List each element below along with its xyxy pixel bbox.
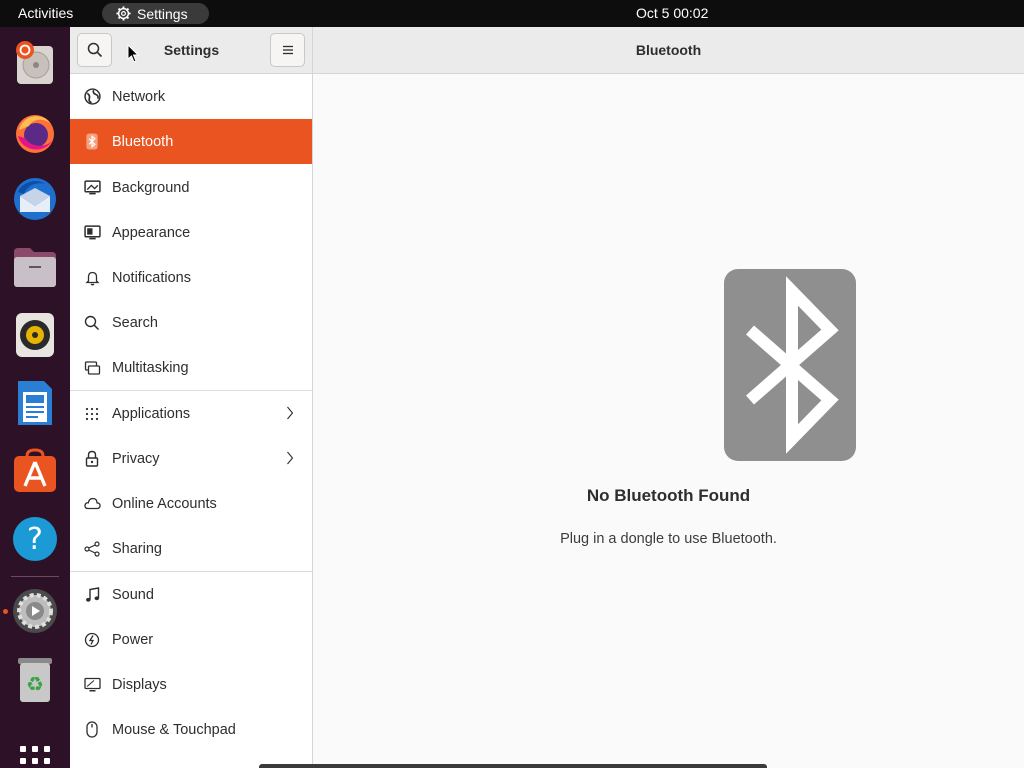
- sidebar-item-applications[interactable]: Applications: [70, 391, 312, 436]
- svg-text:♻: ♻: [26, 672, 44, 696]
- sidebar-item-label: Bluetooth: [112, 133, 174, 150]
- main-header: Bluetooth: [313, 27, 1024, 74]
- thunderbird-icon[interactable]: [12, 176, 58, 222]
- search-button[interactable]: [77, 33, 112, 67]
- sidebar-item-label: Background: [112, 179, 190, 196]
- show-apps-icon[interactable]: [12, 733, 58, 768]
- sidebar-header: Settings: [70, 27, 313, 74]
- sidebar-item-label: Search: [112, 314, 158, 331]
- multitasking-icon: [83, 359, 101, 377]
- network-icon: [83, 88, 101, 106]
- empty-state-subtitle: Plug in a dongle to use Bluetooth.: [560, 531, 777, 547]
- sidebar-item-privacy[interactable]: Privacy: [70, 436, 312, 481]
- sidebar-item-sharing[interactable]: Sharing: [70, 526, 312, 571]
- trash-icon[interactable]: ♻: [12, 657, 58, 703]
- menu-button[interactable]: [270, 33, 305, 67]
- sidebar-item-label: Mouse & Touchpad: [112, 721, 236, 738]
- bluetooth-icon: [724, 269, 856, 461]
- page-title: Bluetooth: [635, 42, 702, 58]
- help-icon[interactable]: ?: [12, 516, 58, 562]
- bottom-scroll-indicator: [259, 764, 767, 768]
- sidebar: Network Bluetooth Background Appearance …: [70, 74, 313, 768]
- sidebar-item-online-accounts[interactable]: Online Accounts: [70, 481, 312, 526]
- firefox-icon[interactable]: [12, 109, 58, 155]
- sidebar-item-sound[interactable]: Sound: [70, 572, 312, 617]
- share-icon: [83, 540, 101, 558]
- sidebar-item-label: Applications: [112, 405, 191, 422]
- dock-separator: [11, 576, 59, 577]
- sidebar-item-label: Sound: [112, 586, 154, 603]
- sidebar-item-label: Privacy: [112, 450, 160, 467]
- svg-text:?: ?: [27, 522, 43, 557]
- clock[interactable]: Oct 5 00:02: [636, 5, 708, 21]
- hamburger-icon: [282, 45, 293, 55]
- cloud-icon: [83, 495, 101, 513]
- bluetooth-icon: [83, 133, 101, 151]
- sidebar-item-label: Appearance: [112, 224, 191, 241]
- sidebar-item-mouse-touchpad[interactable]: Mouse & Touchpad: [70, 707, 312, 752]
- top-bar: Activities Settings Oct 5 00:02: [0, 0, 1024, 27]
- music-note-icon: [83, 586, 101, 604]
- sidebar-item-label: Displays: [112, 676, 167, 693]
- rhythmbox-icon[interactable]: [12, 312, 58, 358]
- files-icon[interactable]: [12, 244, 58, 290]
- libreoffice-writer-icon[interactable]: [12, 380, 58, 426]
- sidebar-item-label: Online Accounts: [112, 495, 217, 512]
- dock: ? ♻: [0, 27, 70, 768]
- sidebar-item-appearance[interactable]: Appearance: [70, 210, 312, 255]
- sidebar-item-notifications[interactable]: Notifications: [70, 255, 312, 300]
- search-icon: [87, 42, 102, 58]
- sidebar-item-label: Network: [112, 88, 166, 105]
- background-icon: [83, 179, 101, 197]
- lock-icon: [83, 450, 101, 468]
- sidebar-item-label: Notifications: [112, 269, 191, 286]
- sidebar-item-displays[interactable]: Displays: [70, 662, 312, 707]
- app-menu-label: Settings: [137, 5, 188, 22]
- sidebar-item-background[interactable]: Background: [70, 165, 312, 210]
- bluetooth-panel: No Bluetooth Found Plug in a dongle to u…: [313, 74, 1024, 768]
- sidebar-item-label: Multitasking: [112, 359, 189, 376]
- app-menu-button[interactable]: Settings: [102, 3, 209, 24]
- mouse-icon: [83, 721, 101, 739]
- sidebar-item-network[interactable]: Network: [70, 74, 312, 119]
- display-icon: [83, 676, 101, 694]
- activities-button[interactable]: Activities: [18, 5, 73, 21]
- mouse-cursor-icon: [127, 44, 140, 63]
- grid-icon: [83, 405, 101, 423]
- sidebar-item-power[interactable]: Power: [70, 617, 312, 662]
- chevron-right-icon: [287, 451, 294, 465]
- sidebar-item-multitasking[interactable]: Multitasking: [70, 345, 312, 390]
- bell-icon: [83, 269, 101, 287]
- power-icon: [83, 631, 101, 649]
- settings-window: Settings Bluetooth Network Bluetooth Bac…: [70, 27, 1024, 768]
- sidebar-item-label: Sharing: [112, 540, 162, 557]
- search-icon: [83, 314, 101, 332]
- appearance-icon: [83, 224, 101, 242]
- settings-icon[interactable]: [12, 588, 58, 634]
- gear-icon: [116, 6, 131, 21]
- sidebar-item-bluetooth[interactable]: Bluetooth: [70, 119, 312, 164]
- sidebar-item-label: Power: [112, 631, 154, 648]
- disk-usage-icon[interactable]: [12, 40, 58, 86]
- sidebar-item-search[interactable]: Search: [70, 300, 312, 345]
- empty-state-title: No Bluetooth Found: [586, 486, 751, 505]
- running-indicator: [3, 609, 8, 614]
- app-center-icon[interactable]: [12, 448, 58, 494]
- chevron-right-icon: [287, 406, 294, 420]
